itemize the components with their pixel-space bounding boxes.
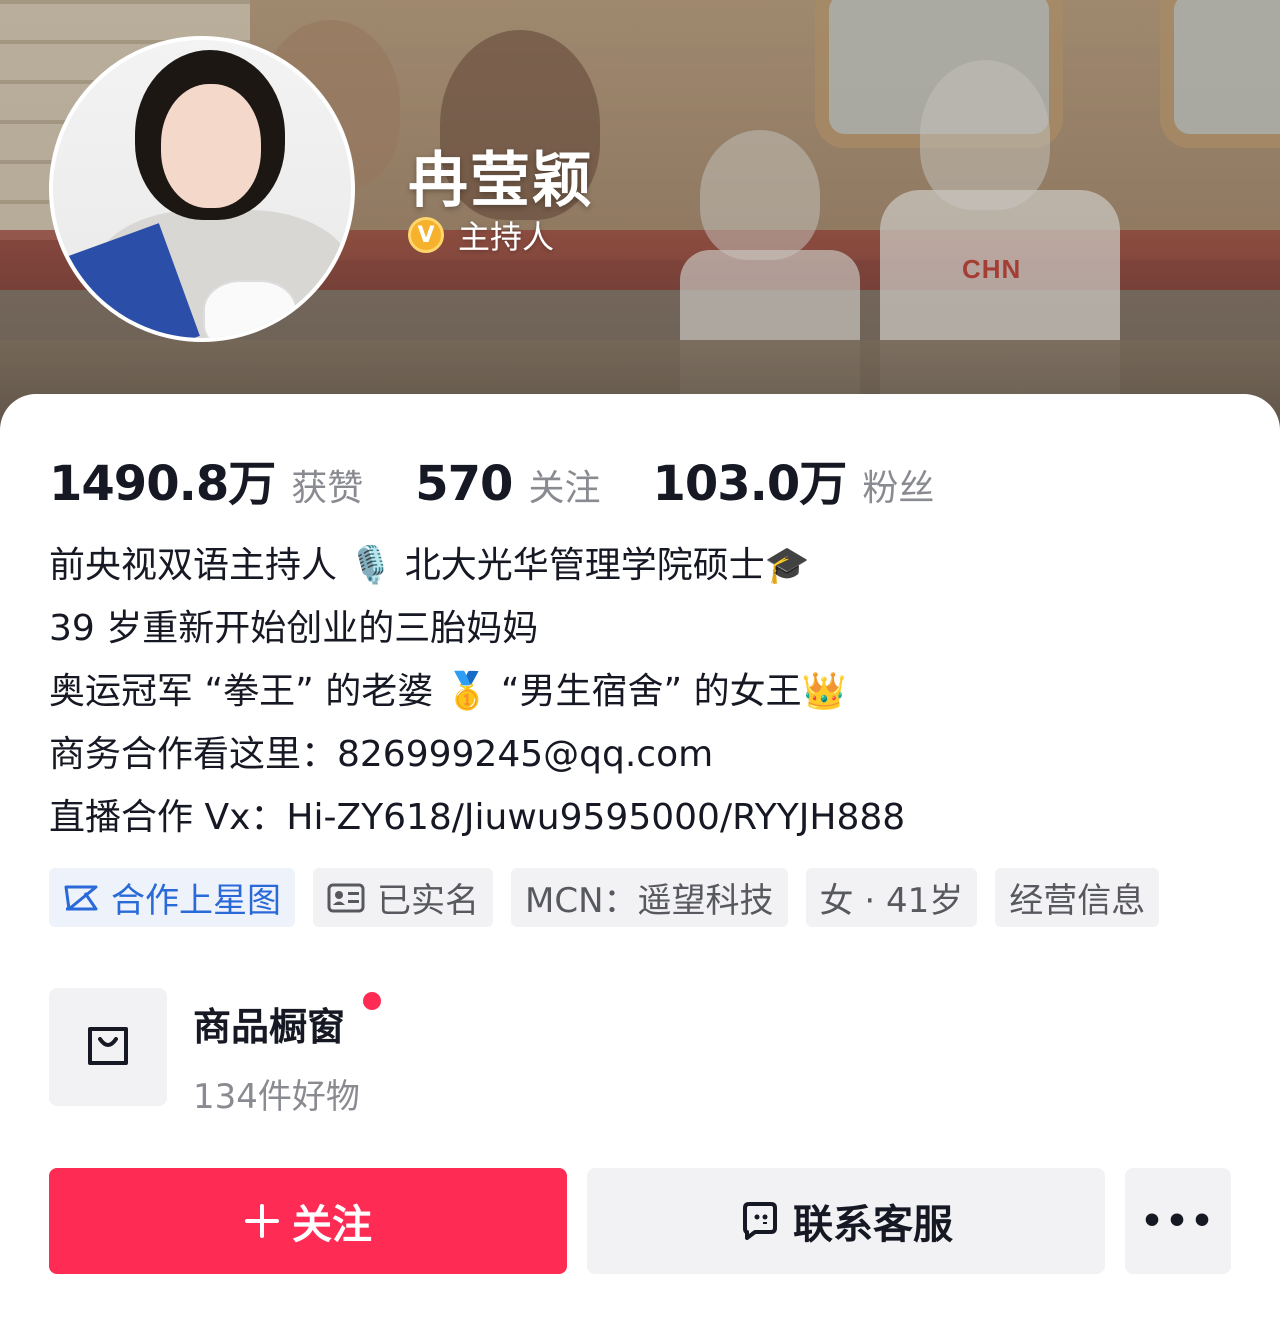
- more-icon: •••: [1140, 1200, 1216, 1242]
- notification-dot: [363, 992, 381, 1010]
- plus-icon: [244, 1203, 280, 1239]
- stat-value: 570: [415, 456, 513, 512]
- bio-line: 39 岁重新开始创业的三胎妈妈: [49, 608, 539, 649]
- verified-title-text: 主持人: [458, 218, 555, 256]
- chat-bubble-icon: [739, 1200, 781, 1242]
- profile-card: 1490.8万 获赞 570 关注 103.0万 粉丝 前央视双语主持人 🎙️ …: [0, 394, 1280, 1323]
- stats-row: 1490.8万 获赞 570 关注 103.0万 粉丝: [49, 444, 986, 514]
- avatar-face: [161, 84, 261, 208]
- stat-value: 103.0万: [652, 456, 847, 512]
- stat-label: 关注: [528, 468, 601, 509]
- stat-following[interactable]: 570 关注: [415, 456, 600, 512]
- stat-likes[interactable]: 1490.8万 获赞: [49, 444, 363, 514]
- more-options-button[interactable]: •••: [1125, 1168, 1231, 1274]
- follow-button[interactable]: 关注: [49, 1168, 567, 1274]
- bio-line: 商务合作看这里：826999245@qq.com: [49, 734, 714, 775]
- profile-name: 冉莹颖: [408, 146, 594, 216]
- real-name-tag[interactable]: 已实名: [313, 868, 493, 927]
- stat-label: 获赞: [291, 468, 364, 509]
- shop-texts: 商品橱窗 134件好物: [193, 988, 381, 1118]
- avatar-glove: [203, 280, 297, 338]
- business-info-label: 经营信息: [1009, 881, 1146, 921]
- verified-badge-icon: V: [408, 217, 444, 253]
- real-name-label: 已实名: [377, 881, 479, 921]
- bio-line: 奥运冠军 “拳王” 的老婆 🥇 “男生宿舍” 的女王👑: [49, 671, 847, 712]
- stat-value: 1490.8万: [49, 456, 276, 512]
- stat-label: 粉丝: [862, 468, 935, 509]
- mcn-tag[interactable]: MCN：遥望科技: [511, 868, 788, 927]
- shop-icon-box: [49, 988, 167, 1106]
- stat-followers[interactable]: 103.0万 粉丝: [652, 444, 934, 514]
- star-map-label: 合作上星图: [111, 881, 281, 921]
- bio-line: 直播合作 Vx：Hi-ZY618/Jiuwu9595000/RYYJH888: [49, 797, 906, 838]
- gender-age-label: 女 · 41岁: [819, 881, 964, 921]
- bio: 前央视双语主持人 🎙️ 北大光华管理学院硕士🎓 39 岁重新开始创业的三胎妈妈 …: [49, 534, 1229, 849]
- follow-label: 关注: [292, 1202, 372, 1248]
- shopping-bag-icon: [84, 1021, 132, 1073]
- star-map-icon: [63, 883, 99, 913]
- bio-line: 前央视双语主持人 🎙️ 北大光华管理学院硕士🎓: [49, 545, 810, 586]
- gender-age-tag: 女 · 41岁: [805, 868, 978, 927]
- contact-service-button[interactable]: 联系客服: [587, 1168, 1105, 1274]
- star-map-tag[interactable]: 合作上星图: [49, 868, 295, 927]
- product-showcase[interactable]: 商品橱窗 134件好物: [49, 988, 381, 1118]
- id-card-icon: [327, 883, 365, 913]
- shop-subtitle: 134件好物: [193, 1077, 360, 1117]
- shop-title: 商品橱窗: [193, 1005, 346, 1049]
- mcn-label: MCN：遥望科技: [525, 881, 774, 921]
- action-bar: 关注 联系客服 •••: [49, 1168, 1231, 1274]
- contact-service-label: 联系客服: [793, 1202, 953, 1248]
- tags-row: 合作上星图 已实名 MCN：遥望科技 女 · 41岁 经营信息: [49, 868, 1177, 927]
- verified-title[interactable]: V 主持人: [408, 212, 554, 258]
- avatar[interactable]: [49, 36, 355, 342]
- business-info-tag[interactable]: 经营信息: [995, 868, 1160, 927]
